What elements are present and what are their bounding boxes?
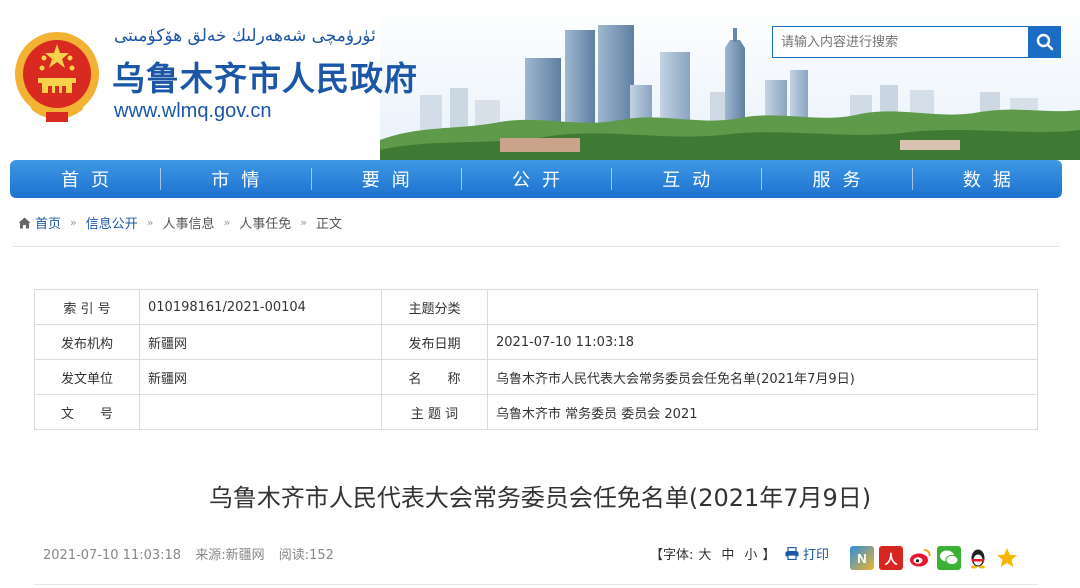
font-size-suffix: 】 (762, 548, 776, 563)
meta-value-category (487, 289, 1038, 325)
breadcrumb-separator-icon: » (300, 216, 307, 229)
meta-value-keywords: 乌鲁木齐市 常务委员 委员会 2021 (487, 394, 1038, 430)
article-title: 乌鲁木齐市人民代表大会常务委员会任免名单(2021年7月9日) (208, 484, 872, 512)
search-button[interactable] (1028, 26, 1061, 58)
nav-item-news[interactable]: 要闻 (310, 160, 461, 198)
document-meta-table: 索 引 号 010198161/2021-00104 主题分类 发布机构 新疆网… (34, 289, 1038, 430)
meta-label-publisher: 发布机构 (34, 324, 140, 360)
meta-label-publish-date: 发布日期 (381, 324, 488, 360)
renren-icon[interactable]: 人 (879, 546, 903, 570)
font-size-small-button[interactable]: 小 (744, 548, 757, 563)
breadcrumb-current: 正文 (316, 217, 343, 232)
main-nav: 首页 市情 要闻 公开 互动 服务 数据 (10, 160, 1062, 198)
meta-label-doc-number: 文 号 (34, 394, 140, 430)
article-views: 阅读:152 (278, 548, 334, 563)
site-url[interactable]: www.wlmq.gov.cn (114, 100, 271, 123)
nav-item-home[interactable]: 首页 (10, 160, 160, 198)
meta-label-keywords: 主 题 词 (381, 394, 488, 430)
meta-value-publish-date: 2021-07-10 11:03:18 (487, 324, 1038, 360)
article-date: 2021-07-10 11:03:18 (43, 548, 182, 563)
breadcrumb-separator-icon: » (223, 216, 231, 229)
breadcrumb-separator-icon: » (146, 216, 154, 229)
nav-item-public-info[interactable]: 公开 (460, 160, 611, 198)
font-size-medium-button[interactable]: 中 (721, 548, 734, 563)
nav-item-services[interactable]: 服务 (761, 160, 911, 198)
breadcrumb-info-public[interactable]: 信息公开 (86, 213, 138, 232)
national-emblem-icon (15, 32, 99, 122)
meta-value-doc-number (139, 394, 382, 430)
netease-icon[interactable]: N (850, 546, 874, 570)
meta-value-issuer: 新疆网 (139, 359, 382, 395)
breadcrumb-home[interactable]: 首页 (35, 213, 61, 232)
font-size-prefix: 【字体: (650, 548, 694, 563)
site-title[interactable]: 乌鲁木齐市人民政府 (112, 52, 418, 100)
nav-item-data[interactable]: 数据 (911, 160, 1062, 198)
table-row: 文 号 主 题 词 乌鲁木齐市 常务委员 委员会 2021 (34, 394, 1038, 430)
table-row: 索 引 号 010198161/2021-00104 主题分类 (34, 289, 1038, 325)
city-skyline-banner (380, 0, 1080, 160)
font-size-control: 【字体: 大中小】 (650, 544, 775, 563)
print-button[interactable]: 打印 (785, 544, 829, 563)
nav-item-interaction[interactable]: 互动 (611, 160, 761, 198)
meta-label-category: 主题分类 (381, 289, 488, 325)
breadcrumb-separator-icon: » (70, 216, 77, 229)
site-title-uyghur: ئۈرۈمچى شەھەرلىك خەلق ھۆكۈمىتى (114, 26, 376, 46)
printer-icon (785, 547, 799, 560)
site-header: ئۈرۈمچى شەھەرلىك خەلق ھۆكۈمىتى 乌鲁木齐市人民政府… (0, 0, 1080, 160)
table-row: 发文单位 新疆网 名 称 乌鲁木齐市人民代表大会常务委员会任免名单(2021年7… (34, 359, 1038, 395)
nav-item-city-info[interactable]: 市情 (160, 160, 310, 198)
meta-label-name: 名 称 (381, 359, 488, 395)
font-size-large-button[interactable]: 大 (698, 548, 711, 563)
qq-icon[interactable] (966, 546, 990, 570)
breadcrumb-divider (12, 246, 1060, 247)
breadcrumb: 首页 » 信息公开 » 人事信息 » 人事任免 » 正文 (18, 213, 342, 232)
breadcrumb-personnel-info[interactable]: 人事信息 (163, 213, 215, 232)
qzone-icon[interactable] (995, 546, 1019, 570)
meta-value-publisher: 新疆网 (139, 324, 382, 360)
article-meta-divider (34, 584, 1038, 585)
weibo-icon[interactable] (908, 546, 932, 570)
table-row: 发布机构 新疆网 发布日期 2021-07-10 11:03:18 (34, 324, 1038, 360)
share-bar: N 人 (850, 546, 1019, 570)
breadcrumb-appointments[interactable]: 人事任免 (239, 213, 291, 232)
article-source: 来源:新疆网 (195, 548, 265, 563)
meta-label-issuer: 发文单位 (34, 359, 140, 395)
article-meta: 2021-07-10 11:03:18 来源:新疆网 阅读:152 (43, 544, 344, 563)
home-icon (18, 217, 31, 228)
search-icon (1036, 33, 1053, 51)
meta-value-index: 010198161/2021-00104 (139, 289, 382, 325)
wechat-icon[interactable] (937, 546, 961, 570)
meta-value-name: 乌鲁木齐市人民代表大会常务委员会任免名单(2021年7月9日) (487, 359, 1038, 395)
search-input[interactable] (772, 26, 1029, 58)
print-label: 打印 (803, 548, 830, 563)
meta-label-index: 索 引 号 (34, 289, 140, 325)
